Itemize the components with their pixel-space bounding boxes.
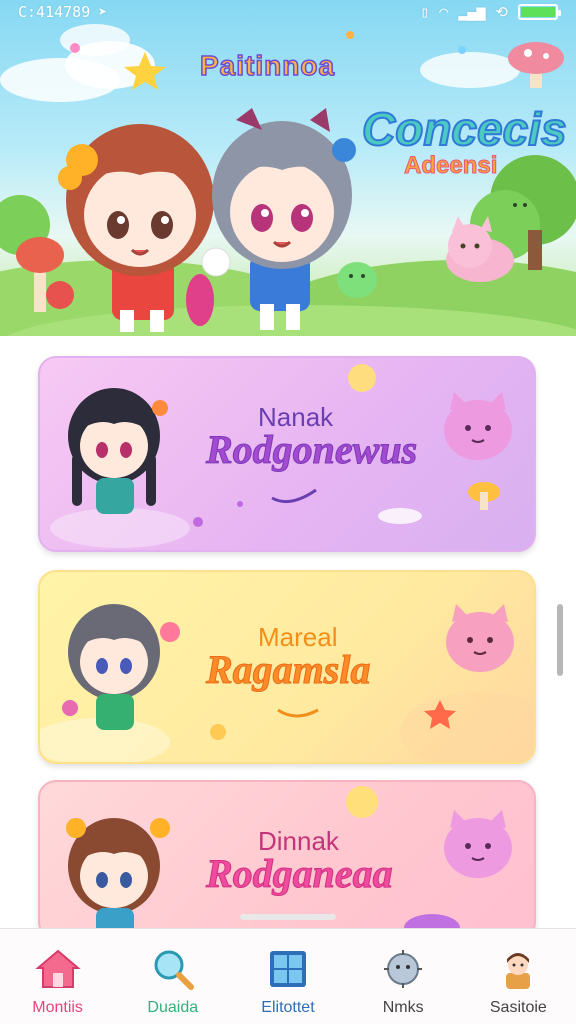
- nav-item-elitottet[interactable]: Elitottet: [238, 945, 338, 1017]
- wifi-icon: ◠: [439, 3, 449, 21]
- nav-item-montiis[interactable]: Montiis: [8, 945, 108, 1017]
- status-bar: C:414789 ➤ ▯ ◠ ▂▄▆ ⟲: [0, 0, 576, 24]
- search-icon: [149, 945, 197, 993]
- battery-icon: [518, 4, 561, 20]
- grid-icon: [264, 945, 312, 993]
- nav-label: Montiis: [32, 999, 83, 1016]
- status-time: C:414789: [18, 3, 91, 21]
- nav-label: Nmks: [382, 999, 424, 1016]
- nav-label: Sasitoie: [489, 999, 547, 1016]
- nav-label: Duaida: [147, 999, 199, 1016]
- battery-level-fill: [521, 7, 555, 17]
- sim-icon: ▯: [420, 3, 430, 21]
- location-arrow-icon: ➤: [98, 3, 108, 21]
- card-name: Rodganeaa: [206, 851, 394, 897]
- sync-icon: ⟲: [495, 3, 508, 21]
- card-nanak[interactable]: Nanak Rodgonewus: [38, 356, 536, 552]
- home-indicator[interactable]: [240, 914, 336, 920]
- bottom-nav: Montiis Duaida Elitottet Nmks Sasitoie: [0, 928, 576, 1024]
- hero-banner: Paitinnoa Concecis Adeensi: [0, 0, 576, 336]
- orb-icon: [379, 945, 427, 993]
- profile-avatar-icon: [494, 945, 542, 993]
- nav-item-nmks[interactable]: Nmks: [353, 945, 453, 1017]
- signal-icon: ▂▄▆: [458, 3, 486, 21]
- hero-subtitle-secondary: Adeensi: [403, 152, 498, 180]
- nav-item-sasitoie[interactable]: Sasitoie: [468, 945, 568, 1017]
- card-name: Ragamsla: [205, 647, 371, 693]
- hero-title: Paitinnoa: [199, 49, 336, 82]
- card-mareal[interactable]: Mareal Ragamsla: [38, 570, 536, 764]
- nav-label: Elitottet: [261, 999, 315, 1016]
- card-name: Rodgonewus: [205, 427, 418, 473]
- hero-subtitle: Concecis: [361, 102, 568, 156]
- home-icon: [34, 945, 82, 993]
- scrollbar[interactable]: [557, 604, 563, 676]
- nav-item-duaida[interactable]: Duaida: [123, 945, 223, 1017]
